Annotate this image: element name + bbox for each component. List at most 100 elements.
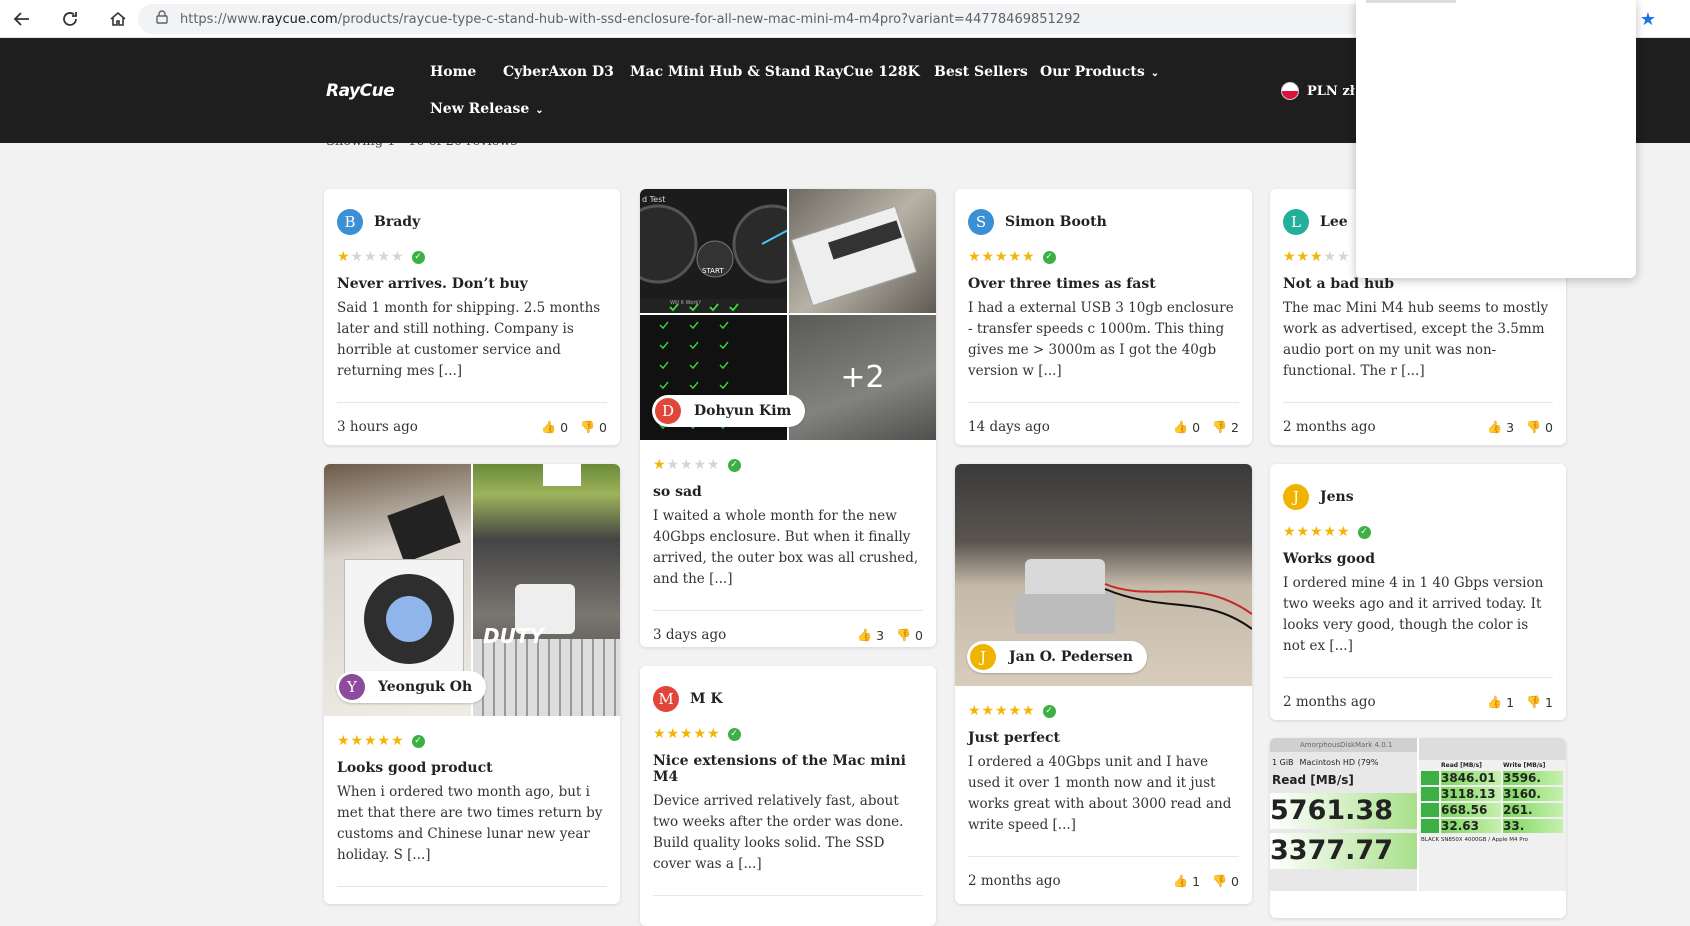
diskmark-photo-left[interactable]: AmorphousDiskMark 4.0.1 1 GiB Macintosh …: [1270, 738, 1417, 891]
menu-our-products[interactable]: Our Products ⌄: [1040, 64, 1159, 80]
star-icon: ★: [1022, 702, 1035, 719]
divider: [1283, 402, 1553, 403]
thumbs-down-button[interactable]: 👎 0: [896, 628, 923, 643]
star-icon: ★: [995, 248, 1008, 265]
thumbs-up-icon: 👍: [1173, 874, 1189, 888]
diskmark-photo-right[interactable]: Read [MB/s] Write [MB/s] 3846.01 3596. 311…: [1419, 738, 1566, 891]
downvote-count: 0: [1231, 873, 1239, 889]
review-text[interactable]: I waited a whole month for the new 40Gbp…: [653, 506, 923, 590]
star-icon: ★: [1337, 248, 1350, 265]
speedtest-photo[interactable]: d Test START Will It Work?: [640, 189, 787, 313]
review-text[interactable]: I ordered mine 4 in 1 40 Gbps version tw…: [1283, 573, 1553, 657]
back-arrow-icon[interactable]: [12, 9, 32, 29]
verified-check-icon: ✓: [727, 727, 741, 741]
lock-icon: [156, 10, 168, 28]
divider: [653, 895, 923, 896]
thumbs-up-button[interactable]: 👍 1: [1487, 695, 1514, 710]
review-text[interactable]: The mac Mini M4 hub seems to mostly work…: [1283, 298, 1553, 382]
bookmark-star-icon[interactable]: ★: [1640, 9, 1656, 30]
avatar: M: [653, 686, 679, 712]
avatar: S: [968, 209, 994, 235]
enclosure-photo[interactable]: +2: [789, 315, 936, 440]
menu-home[interactable]: Home: [430, 64, 476, 80]
star-icon: ★: [391, 732, 404, 749]
setup-photo[interactable]: DUTY: [473, 464, 620, 716]
box-photo[interactable]: [789, 189, 936, 313]
reviewer-name: Brady: [374, 214, 421, 230]
thumbs-down-icon: 👎: [580, 420, 596, 434]
star-icon: ★: [1323, 523, 1337, 540]
more-photos-overlay[interactable]: +2: [789, 315, 936, 440]
star-icon: ★: [680, 725, 693, 742]
review-text[interactable]: Device arrived relatively fast, about tw…: [653, 791, 923, 875]
thumbs-up-button[interactable]: 👍 0: [1173, 420, 1200, 435]
review-card-simon-booth: S Simon Booth ★ ★ ★ ★ ★ ✓ Over three times a…: [955, 189, 1252, 445]
speedtest-start: START: [702, 267, 724, 275]
avatar: D: [655, 398, 681, 424]
thumbs-down-button[interactable]: 👎 0: [580, 420, 607, 435]
review-card-benchmark: AmorphousDiskMark 4.0.1 1 GiB Macintosh …: [1270, 738, 1566, 918]
currency-selector[interactable]: PLN zł: [1281, 82, 1355, 100]
menu-new-release[interactable]: New Release ⌄: [430, 101, 544, 117]
star-icon: ★: [1310, 248, 1323, 265]
review-card-brady: B Brady ★ ★ ★ ★ ★ ✓ Never arrives. Don’t buy…: [324, 189, 620, 445]
thumbs-down-icon: 👎: [1526, 695, 1542, 709]
star-icon: ★: [391, 248, 404, 265]
menu-best-sellers[interactable]: Best Sellers: [934, 64, 1028, 80]
review-photos[interactable]: J Jan O. Pedersen: [955, 464, 1252, 686]
star-icon: ★: [968, 248, 981, 265]
star-rating: ★ ★ ★ ★ ★ ✓: [337, 250, 607, 264]
thumbs-up-icon: 👍: [1173, 420, 1189, 434]
reload-icon[interactable]: [60, 9, 80, 29]
upvote-count: 1: [1192, 873, 1201, 889]
poland-flag-icon: [1281, 82, 1299, 100]
review-text[interactable]: I ordered a 40Gbps unit and I have used …: [968, 752, 1239, 836]
star-rating: ★ ★ ★ ★ ★ ✓: [337, 734, 607, 748]
thumbs-up-button[interactable]: 👍 0: [541, 420, 568, 435]
diskmark-size: 1 GiB: [1272, 758, 1294, 767]
review-title: Nice extensions of the Mac mini M4: [653, 753, 906, 785]
menu-mac-mini-hub-stand[interactable]: Mac Mini Hub & Stand: [630, 64, 810, 80]
brand-print: DUTY: [483, 624, 544, 648]
thumbs-up-button[interactable]: 👍 3: [1487, 420, 1514, 435]
review-text[interactable]: I had a external USB 3 10gb enclosure - …: [968, 298, 1239, 382]
review-date: 14 days ago: [968, 419, 1050, 435]
star-icon: ★: [981, 702, 995, 719]
star-rating: ★ ★ ★ ★ ★ ✓: [653, 458, 923, 472]
menu-raycue-128k[interactable]: RayCue 128K: [814, 64, 920, 80]
star-icon: ★: [364, 248, 377, 265]
review-card-dohyun-kim: d Test START Will It Work? +2 D Dohyun K…: [640, 189, 936, 647]
review-photos[interactable]: AmorphousDiskMark 4.0.1 1 GiB Macintosh …: [1270, 738, 1566, 891]
reviewer-chip: J Jan O. Pedersen: [967, 641, 1147, 673]
thumbs-up-button[interactable]: 👍 3: [857, 628, 884, 643]
upvote-count: 3: [1506, 419, 1515, 435]
divider: [653, 610, 923, 611]
reviewer-name: M K: [690, 691, 723, 707]
review-title: Looks good product: [337, 760, 493, 776]
diskmark-big-read: 5761.38: [1270, 793, 1417, 829]
home-icon[interactable]: [108, 9, 128, 29]
review-text[interactable]: Said 1 month for shipping. 2.5 months la…: [337, 298, 607, 382]
thumbs-down-button[interactable]: 👎 0: [1526, 420, 1553, 435]
review-photos[interactable]: DUTY Y Yeonguk Oh: [324, 464, 620, 716]
review-text[interactable]: When i ordered two month ago, but i met …: [337, 782, 607, 866]
review-title: Over three times as fast: [968, 276, 1156, 292]
menu-new-release-label: New Release: [430, 101, 530, 117]
downvote-count: 2: [1231, 419, 1239, 435]
thumbs-down-button[interactable]: 👎 1: [1526, 695, 1553, 710]
avatar: J: [1283, 484, 1309, 510]
thumbs-down-button[interactable]: 👎 0: [1212, 874, 1239, 889]
thumbs-down-button[interactable]: 👎 2: [1212, 420, 1239, 435]
star-icon: ★: [1008, 248, 1022, 265]
site-logo[interactable]: RayCue: [326, 81, 395, 101]
diskmark-read-1: 3846.01: [1441, 771, 1501, 785]
star-icon: ★: [1022, 248, 1035, 265]
chevron-down-icon: ⌄: [1150, 68, 1160, 79]
extension-popup[interactable]: [1356, 0, 1636, 278]
verified-check-icon: ✓: [411, 734, 425, 748]
star-rating: ★ ★ ★ ★ ★ ✓: [653, 727, 923, 741]
menu-cyberaxon-d3[interactable]: CyberAxon D3: [503, 64, 614, 80]
review-photos[interactable]: d Test START Will It Work? +2 D Dohyun K…: [640, 189, 936, 440]
thumbs-up-button[interactable]: 👍 1: [1173, 874, 1200, 889]
star-icon: ★: [680, 456, 693, 473]
